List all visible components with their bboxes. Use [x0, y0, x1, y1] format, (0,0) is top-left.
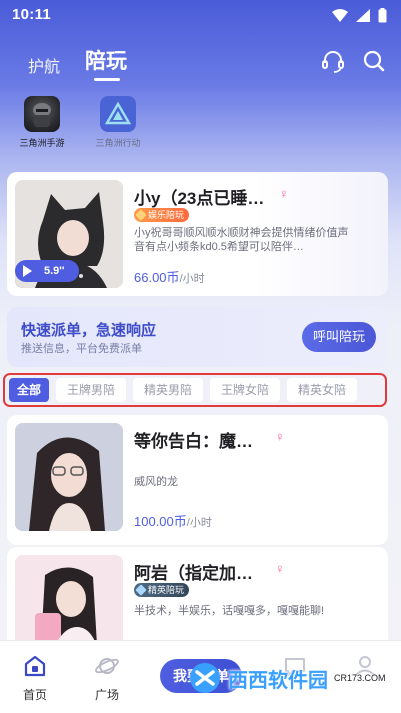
companion-description: 半技术，半娱乐，话嘎嘎多，嘎嘎能聊! — [134, 605, 325, 617]
companion-description: 小y祝哥哥顺风顺水顺财神会提供情绪价值声音有点小频条kd0.5希望可以陪伴… — [134, 227, 349, 253]
game-label: 三角洲行动 — [95, 138, 141, 148]
price-currency: 币 — [173, 514, 187, 529]
category-filter-bar: 全部 王牌男陪 精英男陪 王牌女陪 精英女陪 — [3, 373, 387, 407]
call-companion-button[interactable]: 呼叫陪玩 — [302, 322, 376, 352]
game-item-delta-mobile[interactable]: 三角洲手游 — [7, 96, 77, 149]
game-item-delta-ops[interactable]: 三角洲行动 — [83, 96, 153, 149]
voice-play-button[interactable]: 5.9'' — [15, 260, 79, 282]
tab-escort[interactable]: 护航 — [28, 53, 60, 77]
filter-all[interactable]: 全部 — [9, 378, 50, 402]
game-thumbnail — [24, 96, 60, 132]
companion-card[interactable]: 阿岩（指定加… ♀ 精英陪玩 半技术，半娱乐，话嘎嘎多，嘎嘎能聊! — [7, 547, 388, 663]
companion-description: 威风的龙 — [134, 476, 178, 488]
companion-price: 66.00币/小时 — [134, 267, 205, 286]
female-icon: ♀ — [275, 429, 285, 444]
dispatch-subtitle: 推送信息，平台免费派单 — [21, 343, 142, 355]
status-time: 10:11 — [12, 6, 52, 23]
game-thumbnail — [100, 96, 136, 132]
companion-name: 等你告白：魔… — [134, 432, 253, 451]
nav-home[interactable]: 首页 — [10, 653, 60, 703]
nav-square[interactable]: 广场 — [82, 653, 132, 703]
companion-price: 100.00币/小时 — [134, 511, 212, 530]
status-icons — [332, 8, 387, 23]
watermark-domain: CR173.COM — [334, 673, 386, 683]
game-label: 三角洲手游 — [19, 138, 65, 148]
price-per: /小时 — [179, 273, 205, 285]
companion-photo — [15, 423, 123, 531]
play-icon — [23, 265, 32, 277]
price-value: 100.00 — [134, 514, 174, 529]
watermark-text: 西西软件园 — [228, 669, 328, 692]
nav-home-label: 首页 — [22, 688, 47, 702]
signal-icon — [356, 9, 370, 22]
filter-elite-male[interactable]: 精英男陪 — [133, 378, 204, 402]
filter-ace-female[interactable]: 王牌女陪 — [210, 378, 281, 402]
portrait-image — [15, 423, 123, 531]
price-per: /小时 — [186, 517, 212, 529]
filter-ace-male[interactable]: 王牌男陪 — [56, 378, 127, 402]
delta-logo-icon — [105, 101, 131, 125]
soldier-icon — [33, 103, 51, 127]
companion-badge: 精英陪玩 — [134, 583, 190, 597]
wifi-icon — [332, 9, 348, 22]
top-header: 护航 陪玩 — [0, 36, 401, 86]
filter-elite-female[interactable]: 精英女陪 — [287, 378, 358, 402]
search-icon[interactable] — [361, 48, 387, 74]
companion-card[interactable]: 等你告白：魔… ♀ 威风的龙 100.00币/小时 — [7, 415, 388, 545]
tab-companion[interactable]: 陪玩 — [85, 45, 127, 75]
companion-name: 小y（23点已睡… — [134, 189, 265, 208]
price-value: 66.00 — [134, 270, 167, 285]
voice-duration: 5.9'' — [44, 265, 65, 277]
female-icon: ♀ — [275, 561, 285, 576]
quick-dispatch-banner: 快速派单，急速响应 推送信息，平台免费派单 呼叫陪玩 — [7, 307, 388, 367]
companion-name: 阿岩（指定加… — [134, 564, 253, 583]
companion-badge: 娱乐陪玩 — [134, 208, 190, 222]
featured-companion-card[interactable]: 5.9'' 小y（23点已睡… ♀ 娱乐陪玩 小y祝哥哥顺风顺水顺财神会提供情绪… — [7, 172, 388, 296]
dispatch-title: 快速派单，急速响应 — [21, 322, 157, 339]
game-selector: 三角洲手游 三角洲行动 — [0, 96, 401, 158]
tab-active-indicator — [94, 78, 120, 81]
site-watermark: 西西软件园 CR173.COM — [188, 655, 388, 701]
nav-square-label: 广场 — [94, 688, 119, 702]
headset-icon[interactable] — [320, 48, 346, 74]
watermark-logo-icon — [190, 663, 220, 693]
home-icon — [24, 655, 46, 677]
planet-icon — [95, 658, 119, 674]
price-currency: 币 — [166, 270, 180, 285]
female-icon: ♀ — [279, 186, 289, 201]
battery-icon — [378, 8, 387, 23]
status-bar: 10:11 — [0, 0, 401, 30]
